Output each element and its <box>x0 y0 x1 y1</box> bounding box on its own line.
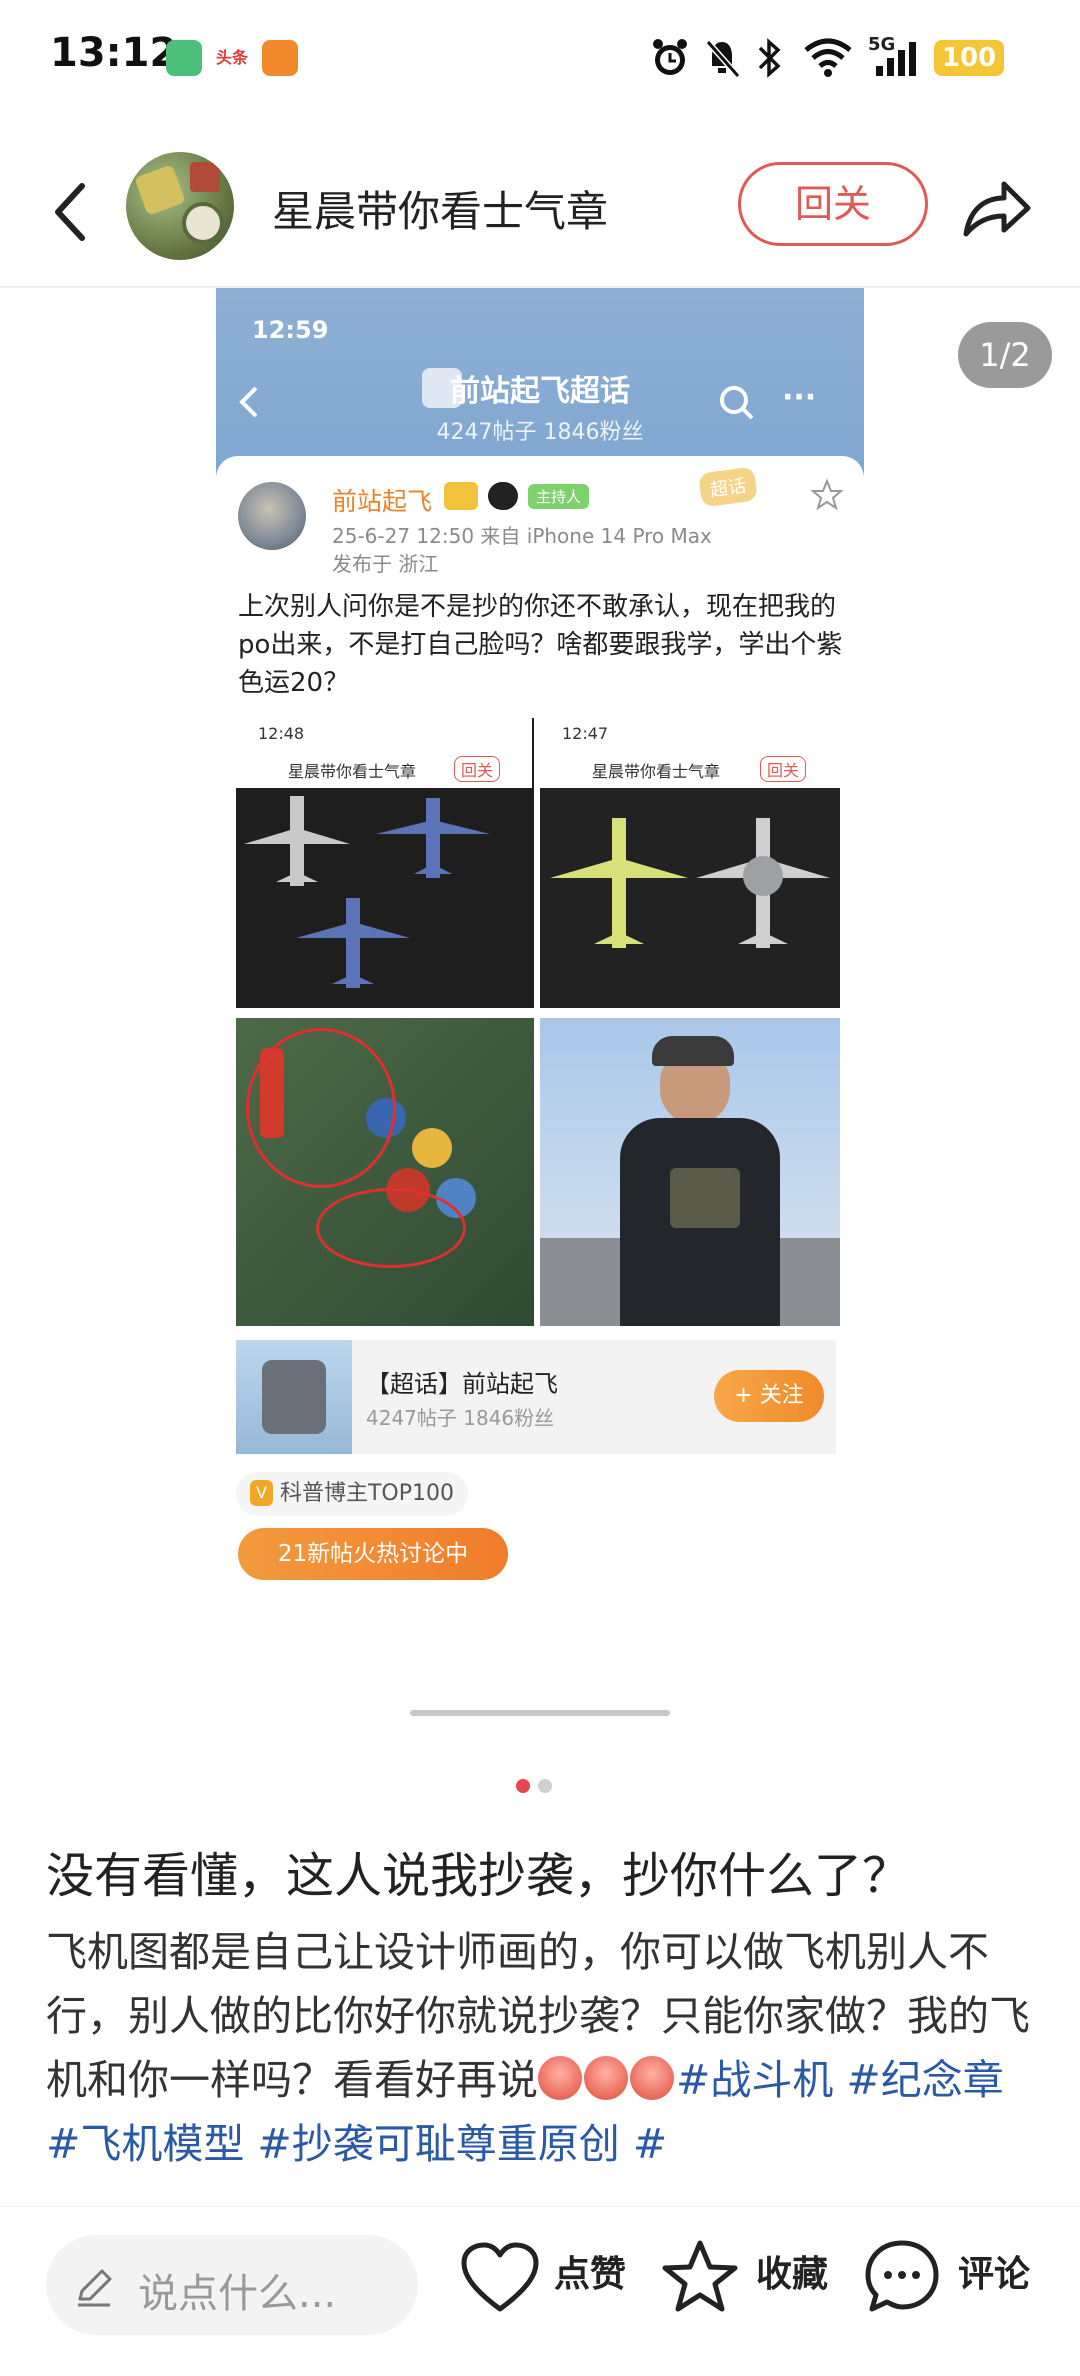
post-user-avatar <box>238 482 306 550</box>
comment-bubble-icon[interactable] <box>862 2237 942 2317</box>
influence-badge: V 科普博主TOP100 <box>236 1472 468 1516</box>
channel-avatar[interactable] <box>126 152 234 260</box>
screenshot-group-name: 前站起飞超话 <box>450 374 630 409</box>
photo-jacket-patches <box>236 1018 534 1326</box>
screenshot-group-stats: 4247帖子 1846粉丝 <box>436 420 644 445</box>
alarm-icon <box>653 39 687 75</box>
comment-input[interactable]: 说点什么... <box>46 2235 418 2335</box>
image-carousel[interactable]: 12:59 前站起飞超话 4247帖子 1846粉丝 ··· 前站起飞 主持人 … <box>0 288 1080 1798</box>
star-icon[interactable] <box>660 2237 740 2317</box>
carousel-dots[interactable] <box>516 1778 560 1797</box>
mini-follow: 回关 <box>760 756 807 782</box>
crying-emoji-icon <box>538 2056 582 2100</box>
status-bar: 13:12 头条 5G 100 <box>0 0 1080 120</box>
signal-icon <box>876 42 916 76</box>
page-indicator: 1/2 <box>958 322 1052 388</box>
post-location: 发布于 浙江 <box>332 552 439 576</box>
screenshot-post-text: 上次别人问你是不是抄的你还不敢承认，现在把我的po出来，不是打自己脸吗？啥都要跟… <box>238 592 843 698</box>
top-nav-bar: 星晨带你看士气章 回关 <box>0 140 1080 288</box>
screenshot-post-card: 前站起飞 主持人 超话 25-6-27 12:50 来自 iPhone 14 P… <box>216 456 864 1598</box>
status-time: 13:12 <box>50 30 178 76</box>
carousel-image[interactable]: 12:59 前站起飞超话 4247帖子 1846粉丝 ··· 前站起飞 主持人 … <box>216 288 864 1598</box>
bottom-action-bar: 说点什么... 点赞 收藏 评论 <box>0 2206 1080 2376</box>
comment-button-label[interactable]: 评论 <box>958 2245 1030 2297</box>
post-meta: 25-6-27 12:50 来自 iPhone 14 Pro Max <box>332 524 712 548</box>
crying-emoji-icon <box>584 2056 628 2100</box>
follow-back-button[interactable]: 回关 <box>738 162 928 246</box>
channel-title[interactable]: 星晨带你看士气章 <box>272 178 608 239</box>
panda-badge-icon <box>488 482 518 510</box>
toutiao-app-icon: 头条 <box>212 40 252 76</box>
wallet-app-icon <box>166 40 202 76</box>
collect-button-label[interactable]: 收藏 <box>756 2245 828 2297</box>
topic-follow-button[interactable]: + 关注 <box>714 1370 824 1422</box>
mini-time: 12:48 <box>258 724 305 743</box>
post-title: 没有看懂，这人说我抄袭，抄你什么了？ <box>46 1848 911 1904</box>
airplane-pins-image <box>244 796 490 988</box>
vip-badge-icon <box>444 482 478 510</box>
mini-time: 12:47 <box>562 724 609 743</box>
hot-discussion-badge[interactable]: 21新帖火热讨论中 <box>238 1528 508 1580</box>
hashtag-link[interactable]: #抄袭可耻尊重原创 <box>257 2120 619 2168</box>
like-button-label[interactable]: 点赞 <box>554 2245 626 2297</box>
mute-icon <box>705 40 741 78</box>
share-icon[interactable] <box>956 168 1036 248</box>
hashtag-link[interactable]: #飞机模型 <box>46 2120 244 2168</box>
photo-grid: 12:48 星晨带你看士气章 回关 12:47 星晨带你看士气章 回关 <box>236 718 840 1326</box>
star-icon <box>810 478 844 511</box>
topic-name: 【超话】前站起飞 <box>366 1370 558 1398</box>
photo-planes-yellow: 12:47 星晨带你看士气章 回关 <box>540 718 840 1008</box>
shopping-app-icon <box>262 40 298 76</box>
influence-label: 科普博主TOP100 <box>279 1481 454 1506</box>
mini-follow: 回关 <box>454 756 501 782</box>
screenshot-more-icon: ··· <box>782 380 817 415</box>
screenshot-search-icon <box>720 386 754 420</box>
topic-thumbnail <box>236 1340 352 1454</box>
carousel-dot[interactable] <box>538 1779 552 1793</box>
mini-title: 星晨带你看士气章 <box>288 762 417 781</box>
battery-indicator: 100 <box>934 40 1004 76</box>
screenshot-status-time: 12:59 <box>252 316 329 344</box>
bluetooth-icon <box>758 38 781 78</box>
post-body: 飞机图都是自己让设计师画的，你可以做飞机别人不行，别人做的比你好你就说抄袭？只能… <box>46 1920 1036 2176</box>
carousel-dot-active[interactable] <box>516 1779 530 1793</box>
hashtag-link[interactable]: #纪念章 <box>846 2056 1003 2104</box>
super-topic-badge: 超话 <box>697 466 759 508</box>
hashtag-link[interactable]: # <box>633 2120 667 2168</box>
mini-title: 星晨带你看士气章 <box>592 762 721 781</box>
airplane-pins-image <box>550 818 830 948</box>
wifi-icon <box>804 38 852 77</box>
super-topic-card[interactable]: 【超话】前站起飞 4247帖子 1846粉丝 + 关注 <box>236 1340 836 1454</box>
comment-placeholder: 说点什么... <box>138 2271 337 2317</box>
topic-stats: 4247帖子 1846粉丝 <box>366 1406 555 1430</box>
heart-icon[interactable] <box>460 2241 540 2317</box>
moderator-badge: 主持人 <box>528 484 590 509</box>
hashtag-link[interactable]: #战斗机 <box>676 2056 833 2104</box>
pencil-icon <box>78 2269 112 2307</box>
back-arrow-icon[interactable] <box>40 172 100 252</box>
crying-emoji-icon <box>630 2056 674 2100</box>
post-username: 前站起飞 <box>332 487 433 516</box>
screenshot-scrollbar <box>410 1710 670 1716</box>
photo-planes-blue: 12:48 星晨带你看士气章 回关 <box>236 718 534 1008</box>
photo-man-phone <box>540 1018 840 1326</box>
